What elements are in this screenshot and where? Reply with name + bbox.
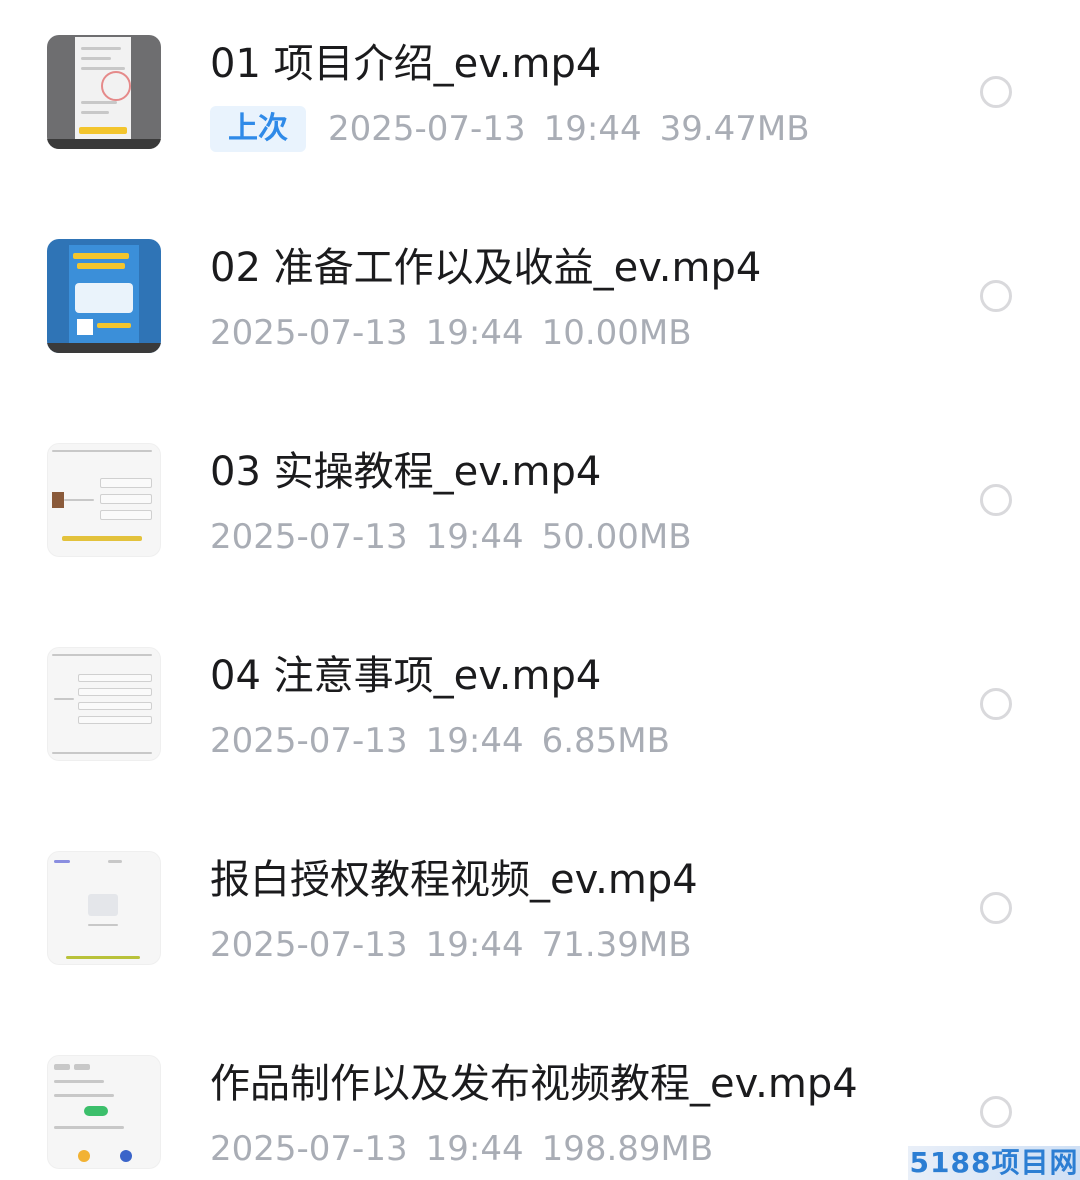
file-date: 2025-07-13: [210, 1129, 408, 1169]
file-date: 2025-07-13: [210, 721, 408, 761]
file-time: 19:44: [543, 109, 642, 149]
file-row[interactable]: 报白授权教程视频_ev.mp4 2025-07-13 19:44 71.39MB: [0, 816, 1080, 1020]
app-screen-thumbnail-icon: [47, 1055, 161, 1169]
mindmap-thumbnail-icon: [47, 647, 161, 761]
file-size: 198.89MB: [541, 1129, 714, 1169]
promo-poster-thumbnail-icon: [47, 239, 161, 353]
file-time: 19:44: [425, 721, 524, 761]
file-meta: 上次 2025-07-13 19:44 39.47MB: [210, 106, 828, 152]
file-size: 6.85MB: [541, 721, 670, 761]
last-viewed-badge: 上次: [210, 106, 306, 152]
document-thumbnail-icon: [47, 35, 161, 149]
file-meta: 2025-07-13 19:44 198.89MB: [210, 1126, 731, 1172]
file-name[interactable]: 作品制作以及发布视频教程_ev.mp4: [210, 1058, 858, 1110]
file-row[interactable]: 01 项目介绍_ev.mp4 上次 2025-07-13 19:44 39.47…: [0, 0, 1080, 204]
watermark-logo: 5188项目网: [908, 1146, 1080, 1180]
file-row[interactable]: 03 实操教程_ev.mp4 2025-07-13 19:44 50.00MB: [0, 408, 1080, 612]
file-time: 19:44: [425, 925, 524, 965]
file-size: 39.47MB: [659, 109, 810, 149]
file-size: 71.39MB: [541, 925, 692, 965]
select-radio[interactable]: [980, 280, 1012, 312]
file-list: 01 项目介绍_ev.mp4 上次 2025-07-13 19:44 39.47…: [0, 0, 1080, 1180]
select-radio[interactable]: [980, 688, 1012, 720]
file-date: 2025-07-13: [210, 313, 408, 353]
file-time: 19:44: [425, 517, 524, 557]
file-time: 19:44: [425, 313, 524, 353]
file-meta: 2025-07-13 19:44 10.00MB: [210, 310, 710, 356]
file-size: 50.00MB: [541, 517, 692, 557]
select-radio[interactable]: [980, 484, 1012, 516]
select-radio[interactable]: [980, 892, 1012, 924]
file-date: 2025-07-13: [210, 517, 408, 557]
file-name[interactable]: 02 准备工作以及收益_ev.mp4: [210, 242, 761, 294]
file-date: 2025-07-13: [328, 109, 526, 149]
file-name[interactable]: 04 注意事项_ev.mp4: [210, 650, 601, 702]
file-name[interactable]: 01 项目介绍_ev.mp4: [210, 38, 601, 90]
file-row[interactable]: 02 准备工作以及收益_ev.mp4 2025-07-13 19:44 10.0…: [0, 204, 1080, 408]
file-meta: 2025-07-13 19:44 71.39MB: [210, 922, 710, 968]
empty-state-thumbnail-icon: [47, 851, 161, 965]
file-name[interactable]: 报白授权教程视频_ev.mp4: [210, 854, 698, 906]
file-time: 19:44: [425, 1129, 524, 1169]
file-meta: 2025-07-13 19:44 50.00MB: [210, 514, 710, 560]
select-radio[interactable]: [980, 1096, 1012, 1128]
file-size: 10.00MB: [541, 313, 692, 353]
select-radio[interactable]: [980, 76, 1012, 108]
file-row[interactable]: 04 注意事项_ev.mp4 2025-07-13 19:44 6.85MB: [0, 612, 1080, 816]
mindmap-thumbnail-icon: [47, 443, 161, 557]
file-date: 2025-07-13: [210, 925, 408, 965]
file-meta: 2025-07-13 19:44 6.85MB: [210, 718, 688, 764]
file-name[interactable]: 03 实操教程_ev.mp4: [210, 446, 601, 498]
